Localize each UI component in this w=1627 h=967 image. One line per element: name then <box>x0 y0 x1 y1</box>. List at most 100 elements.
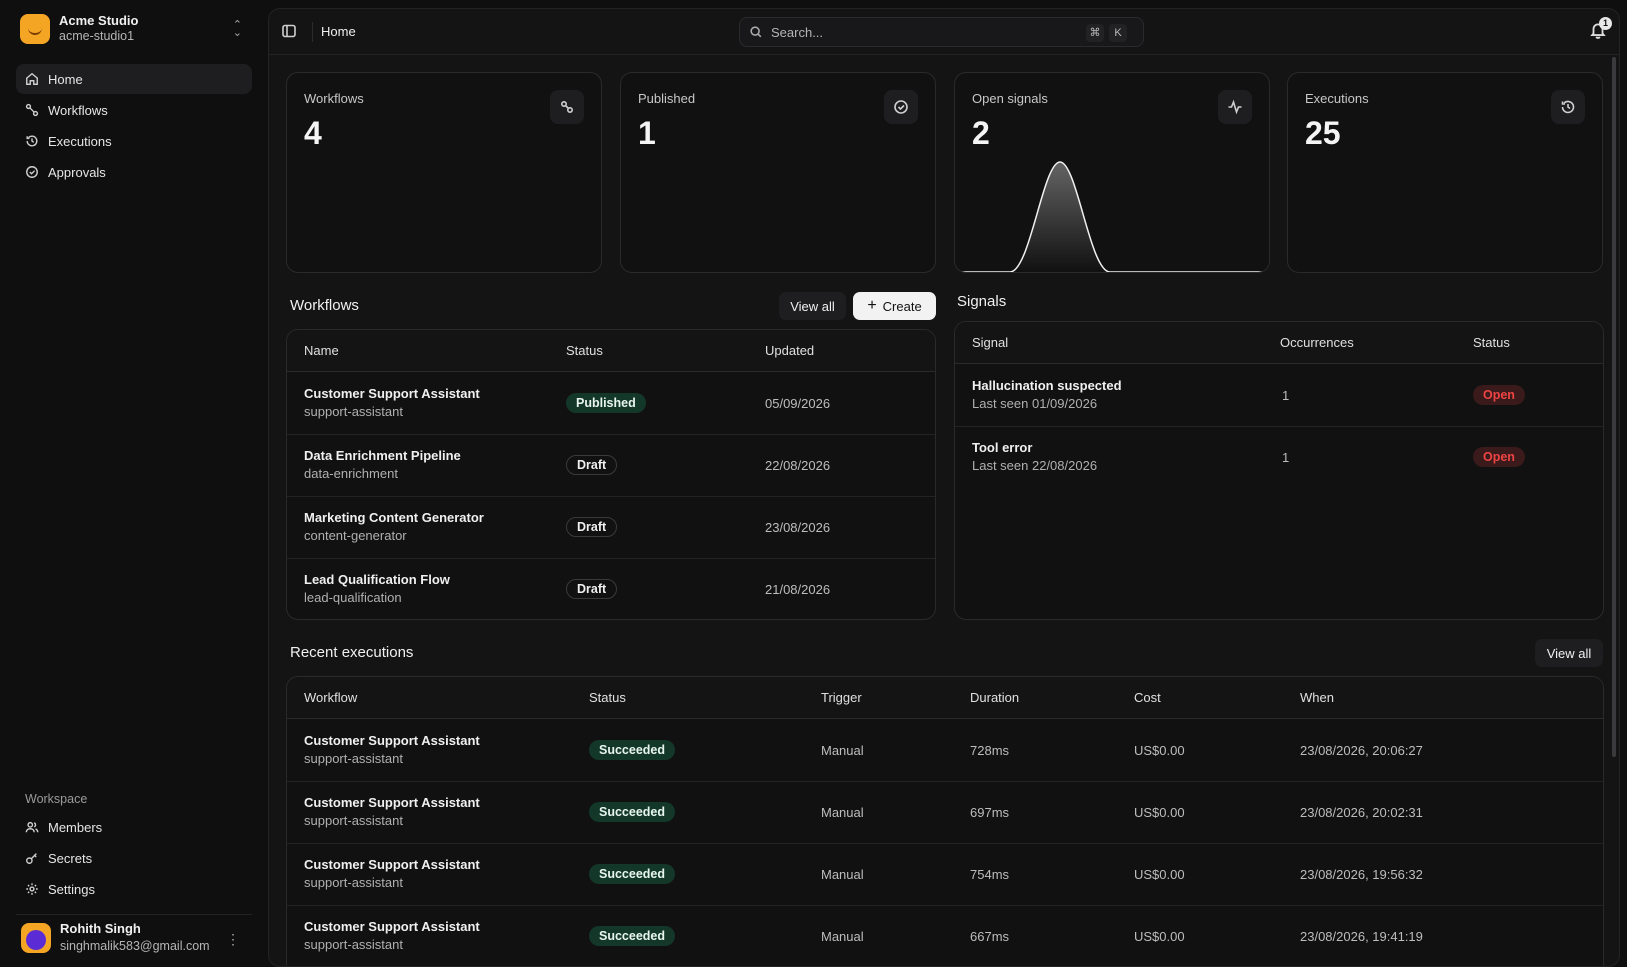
nav-item-executions[interactable]: Executions <box>16 126 252 156</box>
key-icon <box>25 851 39 865</box>
home-icon <box>25 72 39 86</box>
nav-item-settings[interactable]: Settings <box>16 874 252 904</box>
stat-value: 2 <box>972 115 990 151</box>
cost: US$0.00 <box>1134 929 1185 944</box>
duration: 728ms <box>970 743 1010 758</box>
workflow-name: Customer Support Assistant <box>304 733 480 748</box>
timestamp: 23/08/2026, 19:41:19 <box>1300 929 1423 944</box>
duration: 667ms <box>970 929 1010 944</box>
workflow-name: Customer Support Assistant <box>304 795 480 810</box>
table-row[interactable]: Tool error Last seen 22/08/2026 1 Open <box>955 427 1603 489</box>
table-row[interactable]: Customer Support Assistant support-assist… <box>287 906 1603 966</box>
notifications-button[interactable]: 1 <box>1589 17 1612 41</box>
team-slug: acme-studio1 <box>59 29 135 44</box>
user-menu[interactable]: Rohith Singh singhmalik583@gmail.com ⋮ <box>16 914 252 960</box>
sidebar-toggle-icon[interactable] <box>281 23 299 41</box>
nav-item-secrets[interactable]: Secrets <box>16 843 252 873</box>
executions-section-title: Recent executions <box>290 644 414 661</box>
user-name: Rohith Singh <box>60 920 141 936</box>
stat-value: 25 <box>1305 115 1341 151</box>
updated-date: 05/09/2026 <box>765 396 831 411</box>
workspace-section-label: Workspace <box>25 792 88 806</box>
stat-label: Open signals <box>972 91 1048 106</box>
check-circle-icon <box>884 90 918 124</box>
trigger: Manual <box>821 743 864 758</box>
status-badge: Open <box>1473 385 1525 405</box>
check-circle-icon <box>25 165 39 179</box>
cost: US$0.00 <box>1134 867 1185 882</box>
more-vertical-icon[interactable]: ⋮ <box>226 931 240 948</box>
updated-date: 21/08/2026 <box>765 582 831 597</box>
workflow-name: Customer Support Assistant <box>304 919 480 934</box>
status-badge: Draft <box>566 579 618 599</box>
occurrences-count: 1 <box>1282 388 1290 403</box>
duration: 754ms <box>970 867 1010 882</box>
workflow-slug: support-assistant <box>304 875 403 890</box>
workflow-slug: lead-qualification <box>304 590 402 605</box>
executions-view-all-button[interactable]: View all <box>1535 639 1603 667</box>
column-header: Duration <box>970 690 1020 705</box>
table-row[interactable]: Hallucination suspected Last seen 01/09/2… <box>955 365 1603 427</box>
nav-item-members[interactable]: Members <box>16 812 252 842</box>
cost: US$0.00 <box>1134 805 1185 820</box>
workflow-icon <box>550 90 584 124</box>
notification-count-badge: 1 <box>1599 17 1612 30</box>
signal-name: Hallucination suspected <box>972 378 1122 393</box>
table-header: Workflow Status Trigger Duration Cost Wh… <box>287 677 1603 719</box>
table-row[interactable]: Data Enrichment Pipeline data-enrichment … <box>287 435 935 497</box>
trigger: Manual <box>821 805 864 820</box>
column-header: Cost <box>1134 690 1161 705</box>
search-icon <box>750 26 762 38</box>
divider <box>312 22 313 42</box>
workflows-view-all-button[interactable]: View all <box>779 292 846 320</box>
timestamp: 23/08/2026, 20:02:31 <box>1300 805 1423 820</box>
search-input[interactable] <box>771 24 1071 40</box>
trigger: Manual <box>821 929 864 944</box>
workflow-slug: data-enrichment <box>304 466 398 481</box>
updated-date: 23/08/2026 <box>765 520 831 535</box>
status-badge: Succeeded <box>589 740 676 760</box>
nav-item-label: Home <box>48 71 83 87</box>
nav-item-approvals[interactable]: Approvals <box>16 157 252 187</box>
nav-item-label: Workflows <box>48 102 108 118</box>
workflows-table: Name Status Updated Customer Support Ass… <box>286 329 936 620</box>
table-row[interactable]: Customer Support Assistant support-assist… <box>287 782 1603 844</box>
stat-card-workflows: Workflows 4 <box>286 72 602 273</box>
scrollbar[interactable] <box>1612 57 1616 757</box>
nav-item-home[interactable]: Home <box>16 64 252 94</box>
column-header: Status <box>589 690 626 705</box>
team-switcher[interactable]: Acme Studio acme-studio1 ⌃ ⌄ <box>14 10 252 48</box>
table-row[interactable]: Customer Support Assistant support-assist… <box>287 844 1603 906</box>
create-workflow-button[interactable]: + Create <box>853 292 936 320</box>
create-label: Create <box>882 298 922 314</box>
column-header: Updated <box>765 343 815 358</box>
search-box[interactable]: ⌘ K <box>739 17 1144 47</box>
table-row[interactable]: Customer Support Assistant support-assist… <box>287 720 1603 782</box>
history-icon <box>25 134 39 148</box>
column-header: Trigger <box>821 690 862 705</box>
team-name: Acme Studio <box>59 13 139 29</box>
workflow-slug: support-assistant <box>304 751 403 766</box>
status-badge: Draft <box>566 455 618 475</box>
workflow-slug: support-assistant <box>304 937 403 952</box>
nav-item-label: Settings <box>48 881 95 897</box>
avatar <box>21 922 51 953</box>
plus-icon: + <box>867 297 877 314</box>
column-header: Status <box>1473 335 1510 350</box>
nav-item-label: Members <box>48 819 103 835</box>
kbd-k: K <box>1109 24 1127 42</box>
nav-item-workflows[interactable]: Workflows <box>16 95 252 125</box>
workflow-name: Customer Support Assistant <box>304 386 480 401</box>
nav-item-label: Secrets <box>48 850 93 866</box>
column-header: Workflow <box>304 690 358 705</box>
workflow-name: Customer Support Assistant <box>304 857 480 872</box>
trigger: Manual <box>821 867 864 882</box>
users-icon <box>25 820 39 834</box>
user-email: singhmalik583@gmail.com <box>60 938 210 953</box>
column-header: Signal <box>972 335 1009 350</box>
history-icon <box>1551 90 1585 124</box>
table-row[interactable]: Lead Qualification Flow lead-qualificatio… <box>287 559 935 619</box>
table-row[interactable]: Customer Support Assistant support-assist… <box>287 373 935 435</box>
table-row[interactable]: Marketing Content Generator content-gener… <box>287 497 935 559</box>
status-badge: Draft <box>566 517 618 537</box>
